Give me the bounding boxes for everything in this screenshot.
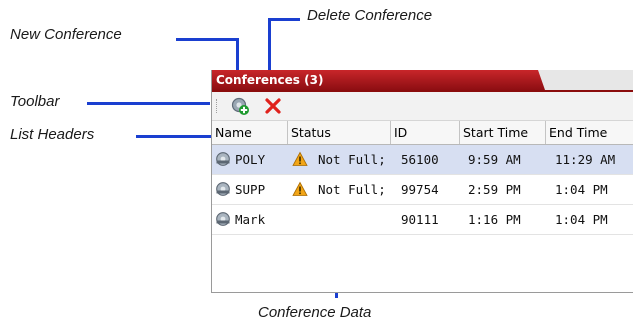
column-header-name[interactable]: Name [212,121,288,144]
table-row[interactable]: POLY Not Full; 56100 9:59 AM 11:29 AM [212,145,633,175]
toolbar [212,92,633,121]
row-start-time: 1:16 PM [468,212,521,227]
list-headers-leader [136,135,211,138]
delete-conference-leader-h [268,18,300,21]
column-header-status[interactable]: Status [288,121,391,144]
toolbar-grip[interactable] [216,99,219,113]
new-conference-button[interactable] [230,96,250,116]
row-end-time: 1:04 PM [555,212,608,227]
panel-tabstrip: Conferences (3) [212,70,633,92]
toolbar-leader [87,102,210,105]
toolbar-callout: Toolbar [10,93,60,110]
table-row[interactable]: Mark 90111 1:16 PM 1:04 PM [212,205,633,235]
new-conference-leader-h [176,38,238,41]
conferences-panel: Conferences (3) Name Status ID Start Tim… [211,70,633,293]
row-name: Mark [235,212,266,227]
conference-icon [216,182,230,196]
column-header-start-time[interactable]: Start Time [460,121,546,144]
row-start-time: 9:59 AM [468,152,521,167]
table-row[interactable]: SUPP Not Full; 99754 2:59 PM 1:04 PM [212,175,633,205]
delete-conference-callout: Delete Conference [307,7,433,24]
row-name: POLY [235,152,266,167]
delete-x-icon [265,98,281,114]
warning-icon [292,181,308,196]
row-id: 56100 [401,152,439,167]
list-headers-callout: List Headers [10,126,95,143]
conference-icon [216,152,230,166]
column-header-id[interactable]: ID [391,121,460,144]
conference-data-callout: Conference Data [258,304,372,321]
row-id: 90111 [401,212,439,227]
row-end-time: 11:29 AM [555,152,616,167]
row-name: SUPP [235,182,266,197]
row-status: Not Full; [318,152,386,167]
row-status: Not Full; [318,182,386,197]
conference-icon [216,212,230,226]
conferences-tab[interactable]: Conferences (3) [212,70,545,90]
list-headers: Name Status ID Start Time End Time [212,121,633,145]
row-id: 99754 [401,182,439,197]
delete-conference-button[interactable] [263,96,283,116]
row-end-time: 1:04 PM [555,182,608,197]
add-conference-icon [231,97,249,115]
new-conference-callout: New Conference [10,26,122,43]
warning-icon [292,151,308,166]
row-start-time: 2:59 PM [468,182,521,197]
column-header-end-time[interactable]: End Time [546,121,633,144]
